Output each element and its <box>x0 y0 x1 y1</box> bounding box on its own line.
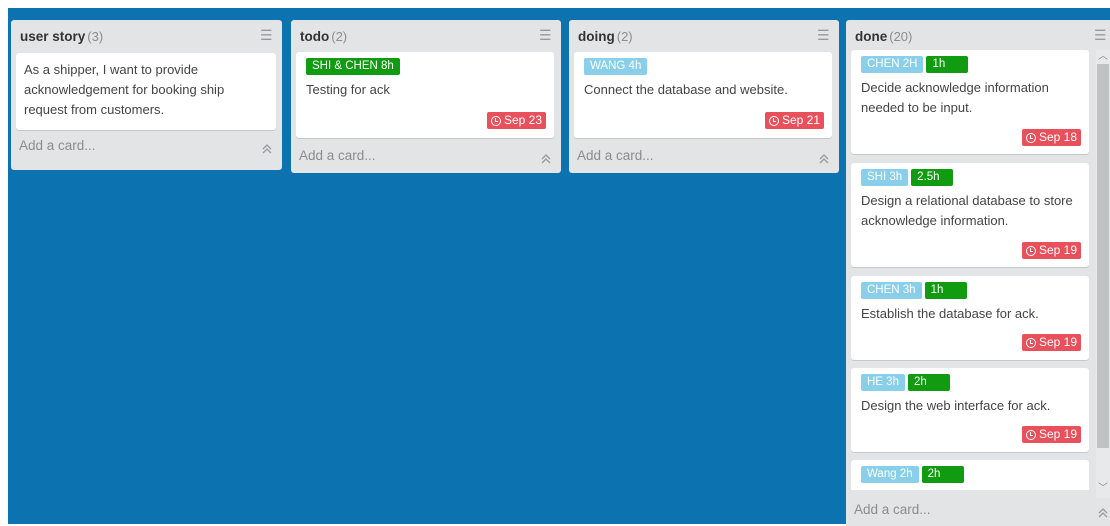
list-count: (3) <box>87 28 104 44</box>
card-text: Establish the database for ack. <box>861 306 1039 321</box>
card[interactable]: WANG 4h Connect the database and website… <box>574 52 832 138</box>
due-date-badge: Sep 18 <box>1021 129 1081 146</box>
due-date-badge: Sep 21 <box>764 112 824 129</box>
card-labels: SHI 3h 2.5h <box>861 169 1079 186</box>
card-text: Design the web interface for ack. <box>861 398 1051 413</box>
due-date-badge: Sep 19 <box>1021 242 1081 259</box>
clock-icon <box>1025 245 1036 256</box>
add-card-button[interactable]: Add a card... <box>854 502 931 517</box>
card-text: Design a relational database to store ac… <box>861 193 1073 228</box>
card-labels: CHEN 2H 1h <box>861 56 1079 73</box>
card-label: 2h <box>907 374 950 391</box>
hamburger-menu-icon[interactable]: ☰ <box>539 28 552 42</box>
list-header[interactable]: user story (3) ☰ <box>15 20 278 52</box>
card-text: Testing for ack <box>306 82 390 97</box>
scrollbar[interactable]: ︿ ﹀ <box>1096 50 1110 498</box>
scroll-down-arrow-icon[interactable]: ﹀ <box>1097 484 1109 494</box>
list-count: (2) <box>616 28 633 44</box>
card[interactable]: SHI 3h 2.5h Design a relational database… <box>851 163 1089 267</box>
card-scroll-area[interactable]: CHEN 2H 1h Decide acknowledge informatio… <box>846 50 1110 490</box>
due-date-text: Sep 19 <box>1038 243 1077 257</box>
list-count: (20) <box>889 28 913 44</box>
card-labels: SHI & CHEN 8h <box>306 58 544 75</box>
clock-icon <box>768 115 779 126</box>
card-labels: HE 3h 2h <box>861 374 1079 391</box>
list-todo: todo (2) ☰ SHI & CHEN 8h Testing for ack… <box>291 20 561 173</box>
card-label: SHI & CHEN 8h <box>306 58 400 75</box>
double-chevron-up-icon[interactable] <box>262 144 272 154</box>
list-title: doing <box>578 28 615 44</box>
add-card-button[interactable]: Add a card... <box>19 138 96 153</box>
scroll-up-arrow-icon[interactable]: ︿ <box>1097 52 1109 62</box>
card-label: CHEN 3h <box>861 282 922 299</box>
hamburger-menu-icon[interactable]: ☰ <box>1094 28 1107 42</box>
double-chevron-up-icon[interactable] <box>1098 508 1108 518</box>
card[interactable]: HE 3h 2h Design the web interface for ac… <box>851 368 1089 452</box>
board: user story (3) ☰ As a shipper, I want to… <box>8 8 1110 526</box>
due-date-badge: Sep 19 <box>1021 426 1081 443</box>
card-label: CHEN 2H <box>861 56 924 73</box>
card-text: Decide acknowledge information needed to… <box>861 80 1049 115</box>
card-label: Wang 2h <box>861 466 919 483</box>
due-date-badge: Sep 23 <box>486 112 546 129</box>
card-text: As a shipper, I want to provide acknowle… <box>24 62 225 117</box>
card-label: 2.5h <box>911 169 954 186</box>
list-doing: doing (2) ☰ WANG 4h Connect the database… <box>569 20 839 173</box>
clock-icon <box>490 115 501 126</box>
due-date-text: Sep 18 <box>1038 130 1077 144</box>
card-labels: CHEN 3h 1h <box>861 282 1079 299</box>
card-label: 2h <box>921 466 964 483</box>
list-header[interactable]: todo (2) ☰ <box>295 20 557 52</box>
due-date-text: Sep 19 <box>1038 335 1077 349</box>
card-label: SHI 3h <box>861 169 909 186</box>
clock-icon <box>1025 429 1036 440</box>
add-card-button[interactable]: Add a card... <box>299 148 376 163</box>
list-header[interactable]: done (20) ☰ <box>850 20 1107 52</box>
due-date-text: Sep 23 <box>503 113 542 127</box>
card-labels: WANG 4h <box>584 58 822 75</box>
list-user-story: user story (3) ☰ As a shipper, I want to… <box>11 20 282 170</box>
hamburger-menu-icon[interactable]: ☰ <box>260 28 273 42</box>
scrollbar-thumb[interactable] <box>1097 64 1109 448</box>
list-title: todo <box>300 28 330 44</box>
list-title: done <box>855 28 888 44</box>
double-chevron-up-icon[interactable] <box>819 154 829 164</box>
list-header[interactable]: doing (2) ☰ <box>573 20 835 52</box>
card-label: HE 3h <box>861 374 905 391</box>
due-date-text: Sep 19 <box>1038 427 1077 441</box>
card-label: WANG 4h <box>584 58 648 75</box>
hamburger-menu-icon[interactable]: ☰ <box>817 28 830 42</box>
list-title: user story <box>20 28 86 44</box>
due-date-badge: Sep 19 <box>1021 334 1081 351</box>
double-chevron-up-icon[interactable] <box>541 154 551 164</box>
due-date-text: Sep 21 <box>781 113 820 127</box>
card[interactable]: SHI & CHEN 8h Testing for ack Sep 23 <box>296 52 554 138</box>
clock-icon <box>1025 132 1036 143</box>
card[interactable]: CHEN 2H 1h Decide acknowledge informatio… <box>851 50 1089 154</box>
card-label: 1h <box>924 282 967 299</box>
add-card-button[interactable]: Add a card... <box>577 148 654 163</box>
card-text: Connect the database and website. <box>584 82 788 97</box>
list-count: (2) <box>331 28 348 44</box>
card[interactable]: Wang 2h 2h <box>851 460 1089 490</box>
clock-icon <box>1025 337 1036 348</box>
list-done: done (20) ☰ CHEN 2H 1h Decide acknowledg… <box>846 20 1110 526</box>
card[interactable]: CHEN 3h 1h Establish the database for ac… <box>851 276 1089 360</box>
card[interactable]: As a shipper, I want to provide acknowle… <box>16 53 276 130</box>
card-labels: Wang 2h 2h <box>861 466 1079 483</box>
card-label: 1h <box>926 56 969 73</box>
